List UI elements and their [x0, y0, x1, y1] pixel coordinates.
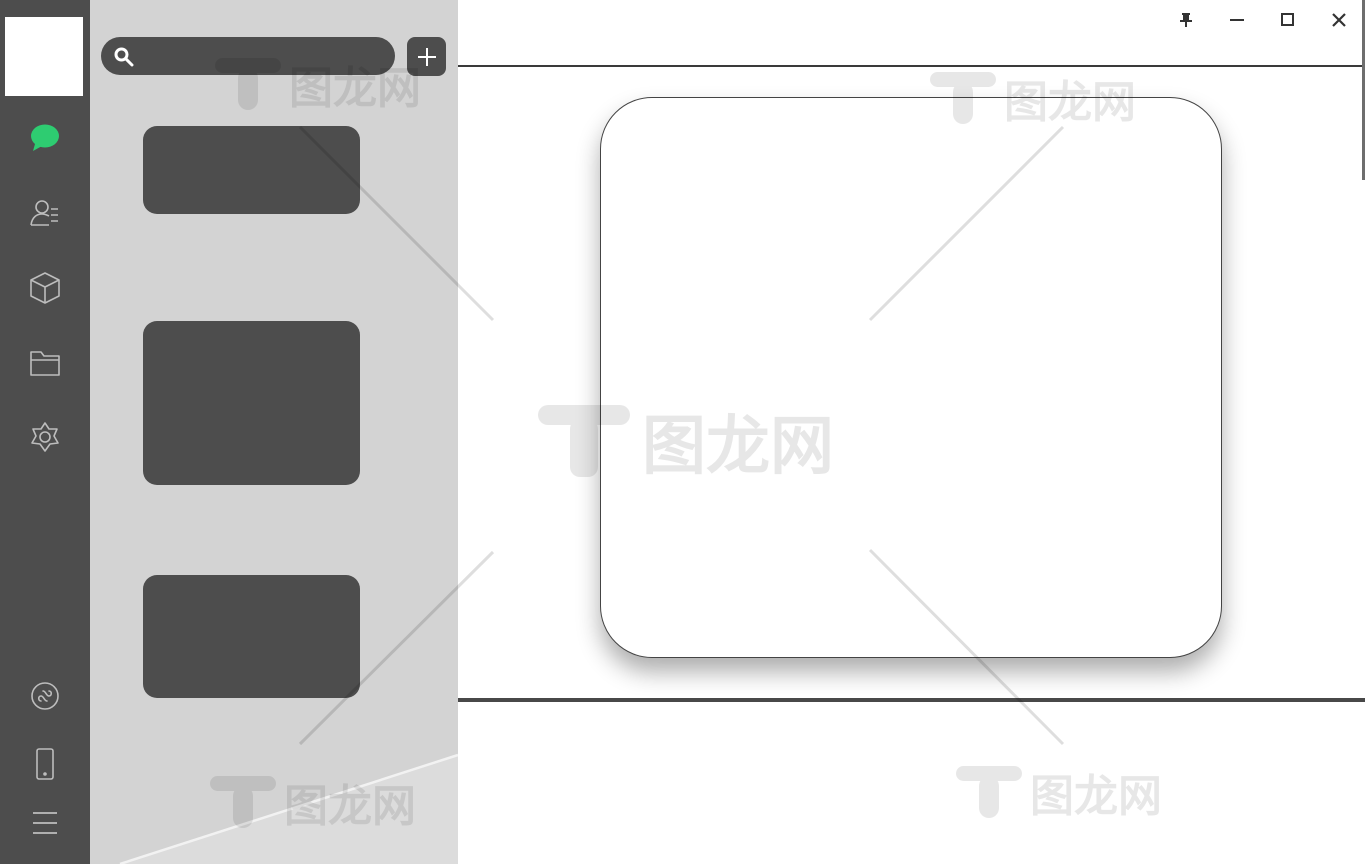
menu-icon: [33, 812, 57, 834]
avatar[interactable]: [5, 17, 83, 96]
list-item[interactable]: [143, 321, 360, 485]
folder-nav-button[interactable]: [25, 343, 65, 383]
mini-program-nav-button[interactable]: [25, 676, 65, 716]
search-box[interactable]: [101, 37, 399, 77]
phone-nav-button[interactable]: [25, 744, 65, 784]
list-item[interactable]: [143, 575, 360, 698]
list-item[interactable]: [143, 126, 360, 214]
plus-icon: [417, 47, 436, 66]
pin-icon: [1180, 13, 1192, 27]
watermark-logo-icon: [956, 766, 1022, 818]
close-button[interactable]: [1327, 8, 1351, 32]
search-icon: [113, 46, 135, 68]
mini-program-icon: [31, 682, 59, 710]
minimize-button[interactable]: [1225, 8, 1249, 32]
contacts-nav-button[interactable]: [25, 193, 65, 233]
pin-button[interactable]: [1174, 8, 1198, 32]
minimize-icon: [1230, 19, 1244, 21]
watermark: 图龙网: [956, 760, 1162, 824]
cube-nav-button[interactable]: [25, 268, 65, 308]
add-button[interactable]: [407, 37, 446, 76]
chat-bubble-icon: [31, 124, 59, 151]
maximize-button[interactable]: [1276, 8, 1300, 32]
menu-nav-button[interactable]: [25, 803, 65, 843]
maximize-icon: [1281, 13, 1294, 26]
search-input[interactable]: [139, 37, 399, 77]
settings-icon: [31, 422, 59, 452]
close-icon: [1332, 13, 1346, 27]
folder-icon: [30, 351, 60, 376]
content-card: [600, 97, 1222, 658]
contacts-icon: [30, 200, 58, 226]
phone-icon: [36, 748, 54, 780]
cube-icon: [30, 272, 60, 304]
chat-nav-button[interactable]: [25, 118, 65, 158]
watermark-text: 图龙网: [1030, 771, 1162, 822]
settings-nav-button[interactable]: [25, 418, 65, 458]
input-divider[interactable]: [458, 698, 1365, 702]
